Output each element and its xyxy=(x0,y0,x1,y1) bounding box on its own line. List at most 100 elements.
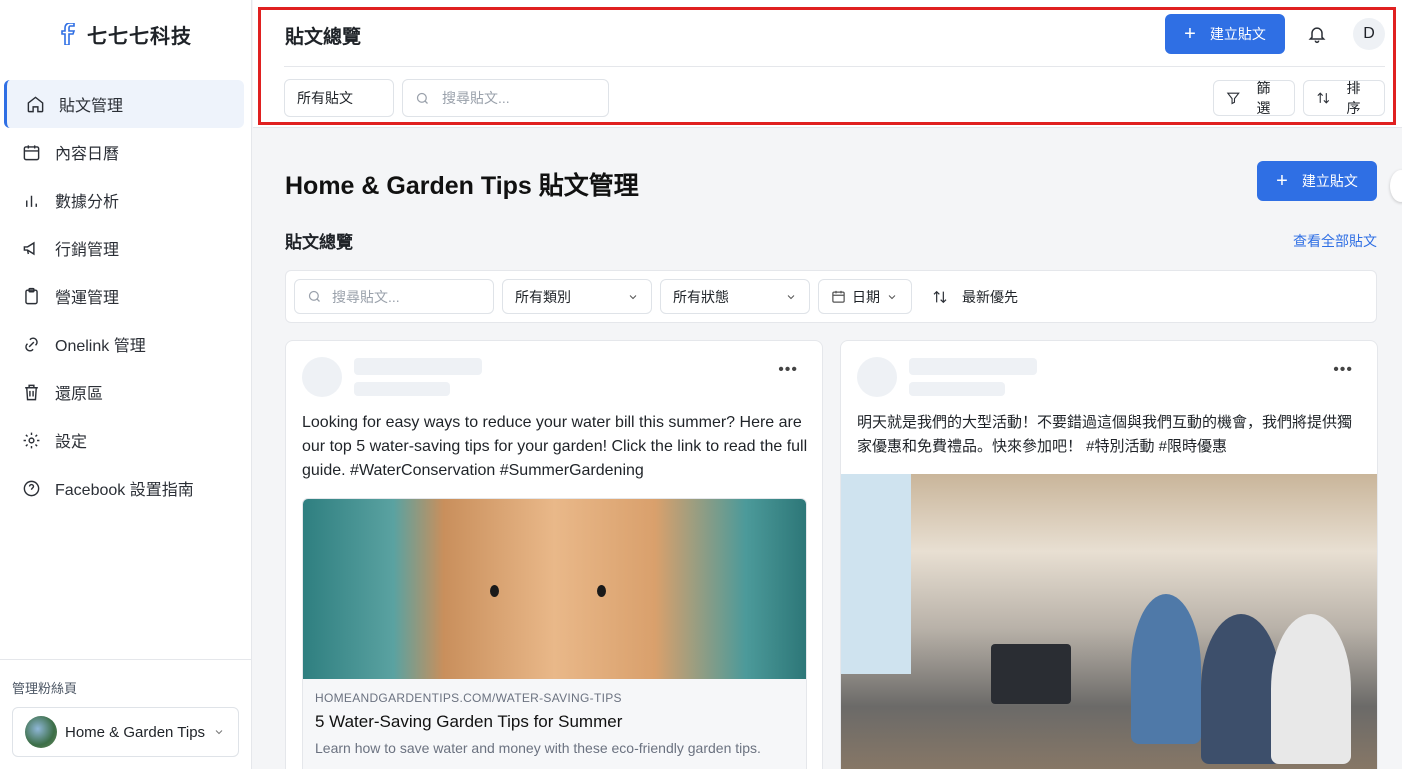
post-text: Looking for easy ways to reduce your wat… xyxy=(302,414,808,479)
home-icon xyxy=(27,95,44,112)
sidebar-item-facebook-guide[interactable]: Facebook 設置指南 xyxy=(4,464,244,512)
view-all-posts-link[interactable]: 查看全部貼文 xyxy=(1293,231,1377,251)
sidebar-item-posts[interactable]: 貼文管理 xyxy=(4,80,244,128)
sort-latest-label: 最新優先 xyxy=(962,288,1018,305)
sidebar-item-marketing[interactable]: 行銷管理 xyxy=(4,224,244,272)
sort-label: 排序 xyxy=(1346,80,1361,116)
image-detail xyxy=(1201,614,1281,764)
sidebar-item-trash[interactable]: 還原區 xyxy=(4,368,244,416)
calendar-icon xyxy=(23,144,40,160)
sort-button[interactable]: 排序 xyxy=(1303,80,1385,116)
category-value: 所有類別 xyxy=(515,288,571,305)
category-select[interactable]: 所有類別 xyxy=(502,279,652,314)
bar-chart-icon xyxy=(26,195,37,207)
gear-icon xyxy=(23,432,40,448)
search-placeholder: 搜尋貼文... xyxy=(332,288,400,305)
more-options-icon[interactable]: ••• xyxy=(1333,361,1353,379)
filter-label: 篩選 xyxy=(1256,80,1271,116)
megaphone-icon xyxy=(23,241,35,255)
post-filter-bar: 搜尋貼文... 所有類別 所有狀態 日期 最新優先 xyxy=(285,270,1377,323)
post-image xyxy=(841,474,1377,769)
bell-icon[interactable] xyxy=(1307,24,1327,44)
sidebar-item-label: Onelink 管理 xyxy=(55,338,146,355)
image-detail xyxy=(991,644,1071,704)
image-detail xyxy=(1271,614,1351,764)
divider xyxy=(284,66,1385,67)
sort-latest-button[interactable]: 最新優先 xyxy=(932,279,1018,314)
post-card: ••• 明天就是我們的大型活動！不要錯過這個與我們互動的機會，我們將提供獨家優惠… xyxy=(840,340,1378,769)
sidebar-item-label: 數據分析 xyxy=(55,194,120,211)
sidebar-item-operations[interactable]: 營運管理 xyxy=(4,272,244,320)
chevron-down-icon xyxy=(629,294,637,299)
brand-name: 七七七科技 xyxy=(87,25,192,48)
link-preview[interactable]: HOMEANDGARDENTIPS.COM/WATER-SAVING-TIPS … xyxy=(302,498,807,769)
sidebar-item-analytics[interactable]: 數據分析 xyxy=(4,176,244,224)
sidebar-item-label: 貼文管理 xyxy=(59,98,124,115)
clipboard-icon xyxy=(25,287,38,304)
brand[interactable]: 七七七科技 xyxy=(0,0,251,68)
create-post-label: 建立貼文 xyxy=(1209,26,1266,42)
name-skeleton xyxy=(354,358,482,375)
date-select[interactable]: 日期 xyxy=(818,279,912,314)
filter-icon xyxy=(1226,92,1240,105)
post-search-input[interactable]: 搜尋貼文... xyxy=(294,279,494,314)
more-options-icon[interactable]: ••• xyxy=(778,361,798,379)
sidebar-item-calendar[interactable]: 內容日曆 xyxy=(4,128,244,176)
sidebar-item-label: 內容日曆 xyxy=(55,146,120,163)
page-switcher-section: 管理粉絲頁 Home & Garden Tips xyxy=(0,659,251,769)
sort-arrows-icon xyxy=(933,290,947,303)
page-title: 貼文總覽 xyxy=(285,27,362,48)
main-create-post-button[interactable]: + 建立貼文 xyxy=(1257,161,1377,201)
filter-button[interactable]: 篩選 xyxy=(1213,80,1295,116)
image-detail xyxy=(490,585,499,597)
chevron-down-icon xyxy=(787,294,795,299)
sidebar-item-label: 營運管理 xyxy=(55,290,120,307)
page-select[interactable]: Home & Garden Tips xyxy=(12,707,239,757)
link-domain: HOMEANDGARDENTIPS.COM/WATER-SAVING-TIPS xyxy=(315,691,622,705)
status-value: 所有狀態 xyxy=(673,288,729,305)
manage-pages-label: 管理粉絲頁 xyxy=(12,681,78,696)
top-header: 貼文總覽 + 建立貼文 D 所有貼文 搜尋貼文... 篩選 排序 xyxy=(253,0,1402,128)
plus-icon: + xyxy=(1276,170,1288,192)
post-text: 明天就是我們的大型活動！不要錯過這個與我們互動的機會，我們將提供獨家優惠和免費禮… xyxy=(857,414,1353,455)
plus-icon: + xyxy=(1184,23,1196,45)
sidebar: 七七七科技 貼文管理 內容日曆 數據分析 行銷管理 營運管理 Onelink 管… xyxy=(0,0,252,769)
avatar-skeleton xyxy=(302,357,342,397)
sort-arrows-icon xyxy=(1317,92,1330,104)
section-title: 貼文總覽 xyxy=(285,233,353,252)
facebook-icon xyxy=(61,23,76,45)
sidebar-item-label: 設定 xyxy=(55,434,88,451)
sidebar-item-settings[interactable]: 設定 xyxy=(4,416,244,464)
sidebar-item-onelink[interactable]: Onelink 管理 xyxy=(4,320,244,368)
link-description: Learn how to save water and money with t… xyxy=(315,740,761,756)
date-label: 日期 xyxy=(852,288,880,305)
help-circle-icon xyxy=(23,480,40,496)
sidebar-item-label: 行銷管理 xyxy=(55,242,120,259)
chevron-down-icon xyxy=(215,730,223,735)
post-card: ••• Looking for easy ways to reduce your… xyxy=(285,340,823,769)
image-detail xyxy=(1131,594,1201,744)
collapse-handle[interactable] xyxy=(1390,170,1402,202)
avatar-skeleton xyxy=(857,357,897,397)
name-skeleton xyxy=(909,358,1037,375)
calendar-icon xyxy=(832,290,845,303)
date-skeleton xyxy=(909,382,1005,396)
link-icon xyxy=(25,337,38,351)
search-placeholder: 搜尋貼文... xyxy=(442,90,510,106)
trash-icon xyxy=(25,384,38,400)
page-avatar xyxy=(25,716,57,748)
date-skeleton xyxy=(354,382,450,396)
search-icon xyxy=(308,290,320,302)
user-avatar[interactable]: D xyxy=(1353,18,1385,50)
create-post-button[interactable]: + 建立貼文 xyxy=(1165,14,1285,54)
all-posts-select[interactable]: 所有貼文 xyxy=(284,79,394,117)
header-search-input[interactable]: 搜尋貼文... xyxy=(402,79,609,117)
page-name: Home & Garden Tips xyxy=(65,723,206,741)
status-select[interactable]: 所有狀態 xyxy=(660,279,810,314)
sidebar-item-label: 還原區 xyxy=(55,386,104,403)
main-title: Home & Garden Tips 貼文管理 xyxy=(285,172,639,200)
create-post-label: 建立貼文 xyxy=(1301,173,1358,189)
chevron-down-icon xyxy=(888,294,896,299)
sidebar-nav: 貼文管理 內容日曆 數據分析 行銷管理 營運管理 Onelink 管理 還原區 xyxy=(4,80,244,512)
sidebar-item-label: Facebook 設置指南 xyxy=(55,482,194,499)
